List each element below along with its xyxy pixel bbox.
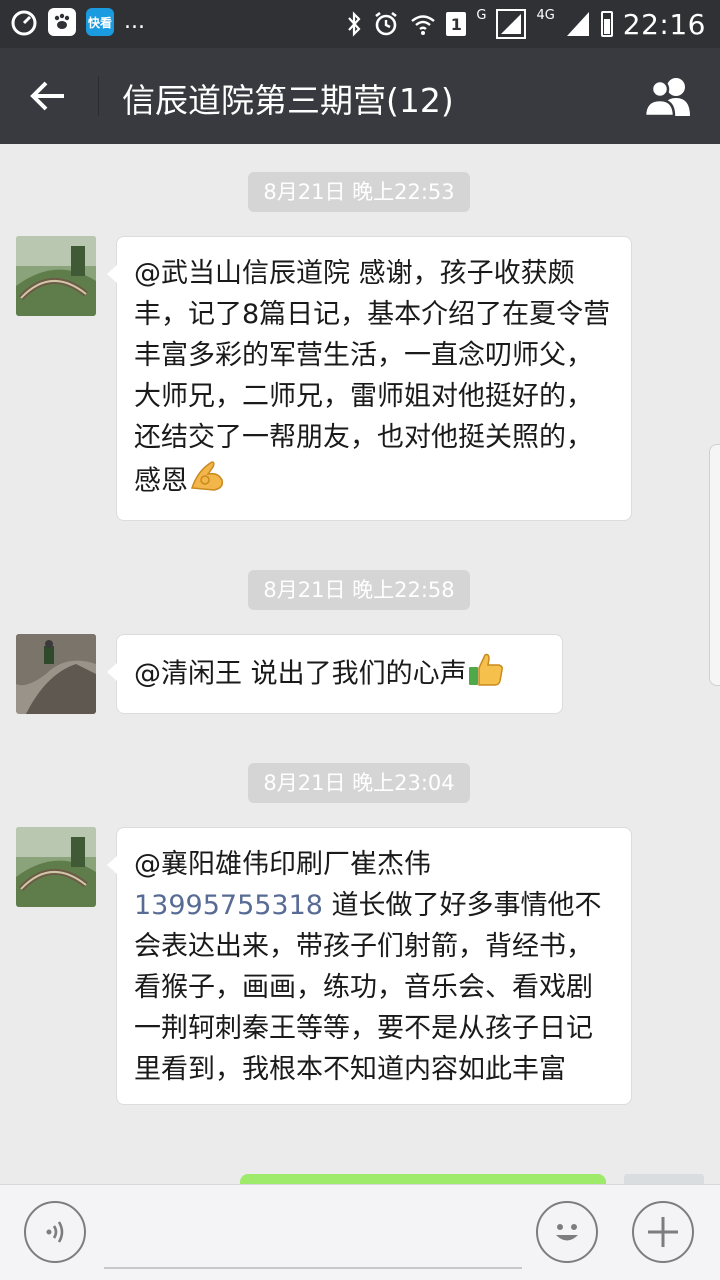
network-type-label-2: 4G — [536, 8, 555, 23]
title-divider — [98, 76, 99, 116]
speedometer-icon — [11, 10, 37, 36]
message-timestamp: 8月21日 晚上22:53 — [248, 172, 470, 212]
more-options-button[interactable] — [632, 1201, 694, 1263]
smiley-face-icon — [556, 1224, 578, 1241]
notification-icons: 快看 ... — [10, 8, 145, 36]
group-members-button[interactable] — [640, 72, 700, 120]
voice-input-button[interactable] — [24, 1201, 86, 1263]
scroll-indicator[interactable] — [709, 444, 720, 686]
title-bar: 信辰道院第三期营(12) — [0, 48, 720, 144]
thumbs-up-emoji-icon — [467, 651, 505, 699]
group-members-icon — [643, 78, 690, 116]
message-input[interactable] — [104, 1267, 522, 1269]
status-bar: 快看 ... 1 G 4G 22:16 — [0, 0, 720, 48]
message-timestamp: 8月21日 晚上23:04 — [248, 763, 470, 803]
message-text: @襄阳雄伟印刷厂崔杰伟 — [134, 849, 431, 880]
system-indicators: 1 G 4G 22:16 — [346, 6, 706, 42]
input-bar — [0, 1184, 720, 1280]
message-bubble[interactable]: @清闲王 说出了我们的心声 — [107, 634, 563, 714]
ok-hand-emoji-icon — [188, 458, 226, 506]
chat-area[interactable]: 8月21日 晚上22:53 @武当山信辰道院 感谢，孩子收获颇丰，记了8篇日记，… — [0, 144, 720, 1184]
avatar[interactable] — [16, 634, 96, 714]
more-notifications-indicator: ... — [124, 9, 145, 34]
paw-app-icon — [48, 8, 76, 36]
avatar[interactable] — [16, 827, 96, 907]
message-timestamp: 8月21日 晚上22:58 — [248, 570, 470, 610]
clock: 22:16 — [622, 7, 706, 41]
alarm-icon — [375, 11, 398, 36]
signal-icon-2 — [566, 12, 589, 36]
news-app-text: 快看 — [87, 15, 112, 30]
phone-number-link[interactable]: 13995755318 — [134, 890, 323, 921]
message-bubble[interactable]: @襄阳雄伟印刷厂崔杰伟 13995755318 道长做了好多事情他不会表达出来，… — [107, 827, 632, 1105]
sim-badge: 1 — [446, 12, 467, 36]
page-title: 信辰道院第三期营(12) — [122, 81, 454, 120]
avatar[interactable] — [16, 236, 96, 316]
voice-icon — [46, 1221, 64, 1243]
emoji-button[interactable] — [536, 1201, 598, 1263]
news-app-icon: 快看 — [86, 8, 114, 36]
bluetooth-icon — [348, 11, 361, 37]
message-text: @清闲王 说出了我们的心声 — [134, 658, 467, 690]
message-bubble[interactable]: @武当山信辰道院 感谢，孩子收获颇丰，记了8篇日记，基本介绍了在夏令营丰富多彩的… — [107, 236, 632, 521]
back-button[interactable] — [22, 72, 74, 120]
wifi-icon — [411, 15, 436, 35]
battery-icon — [600, 11, 613, 37]
back-arrow-icon — [30, 81, 64, 111]
plus-icon — [648, 1217, 678, 1247]
signal-icon — [496, 9, 527, 39]
network-type-label: G — [476, 8, 487, 23]
